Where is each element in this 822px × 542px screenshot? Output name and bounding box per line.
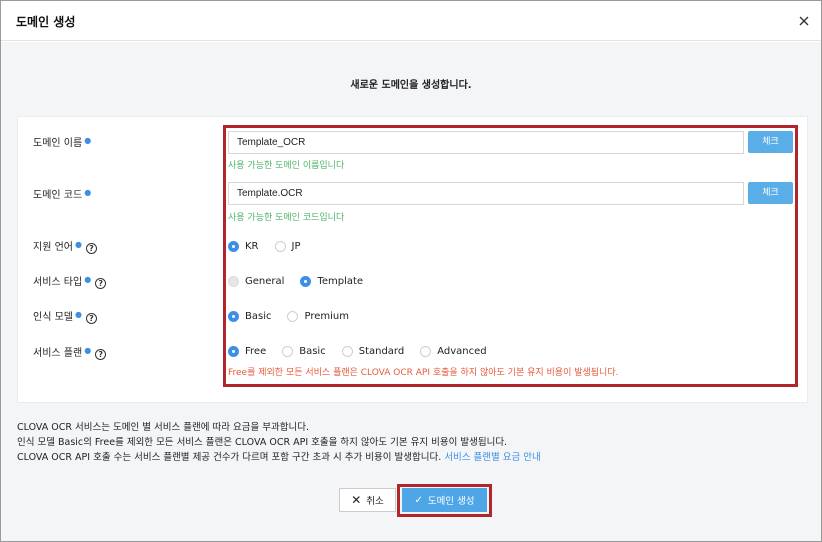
note-line: 인식 모델 Basic의 Free를 제외한 모든 서비스 플랜은 CLOVA … [17, 437, 508, 448]
recognition-model-label: 인식 모델 ●? [33, 308, 97, 324]
domain-code-label: 도메인 코드 ● [33, 188, 92, 201]
service-type-label: 서비스 타입 ●? [33, 273, 107, 289]
help-icon[interactable]: ? [85, 243, 97, 254]
note-line: CLOVA OCR API 호출 수는 서비스 플랜별 제공 건수가 다르며 포… [17, 452, 541, 463]
required-dot-icon: ● [84, 275, 92, 284]
dialog-body: 새로운 도메인을 생성합니다. 도메인 이름● 체크 사용 가능한 도메인 이름… [1, 42, 821, 541]
close-icon[interactable] [797, 14, 811, 28]
required-dot-icon: ● [84, 136, 92, 145]
help-icon[interactable]: ? [95, 278, 107, 289]
required-dot-icon: ● [84, 346, 92, 355]
required-dot-icon: ● [74, 240, 82, 249]
required-dot-icon: ● [74, 310, 82, 319]
dialog-title: 도메인 생성 [16, 15, 76, 29]
close-icon: ✕ [351, 493, 362, 507]
required-dot-icon: ● [84, 188, 92, 197]
help-icon[interactable]: ? [95, 349, 107, 360]
service-plan-label: 서비스 플랜 ●? [33, 344, 107, 360]
pricing-guide-link[interactable]: 서비스 플랜별 요금 안내 [444, 452, 540, 463]
domain-name-label: 도메인 이름 ● [33, 136, 92, 149]
language-label: 지원 언어 ●? [33, 238, 97, 254]
note-line: CLOVA OCR 서비스는 도메인 별 서비스 플랜에 따라 요금을 부과합니… [17, 422, 309, 433]
help-icon[interactable]: ? [85, 313, 97, 324]
dialog-header: 도메인 생성 [1, 1, 821, 41]
create-domain-dialog: 도메인 생성 새로운 도메인을 생성합니다. 도메인 이름● 체크 사용 가능한… [0, 0, 822, 542]
form-highlight-box [223, 125, 798, 387]
cancel-button[interactable]: ✕ 취소 [339, 488, 396, 512]
domain-form: 도메인 이름● 체크 사용 가능한 도메인 이름입니다 도메인 코드● 체크 사… [17, 116, 808, 403]
billing-notes: CLOVA OCR 서비스는 도메인 별 서비스 플랜에 따라 요금을 부과합니… [17, 420, 541, 465]
check-icon: ✓ [414, 494, 423, 506]
create-domain-button[interactable]: ✓ 도메인 생성 [402, 488, 487, 512]
dialog-subtitle: 새로운 도메인을 생성합니다. [350, 80, 472, 91]
